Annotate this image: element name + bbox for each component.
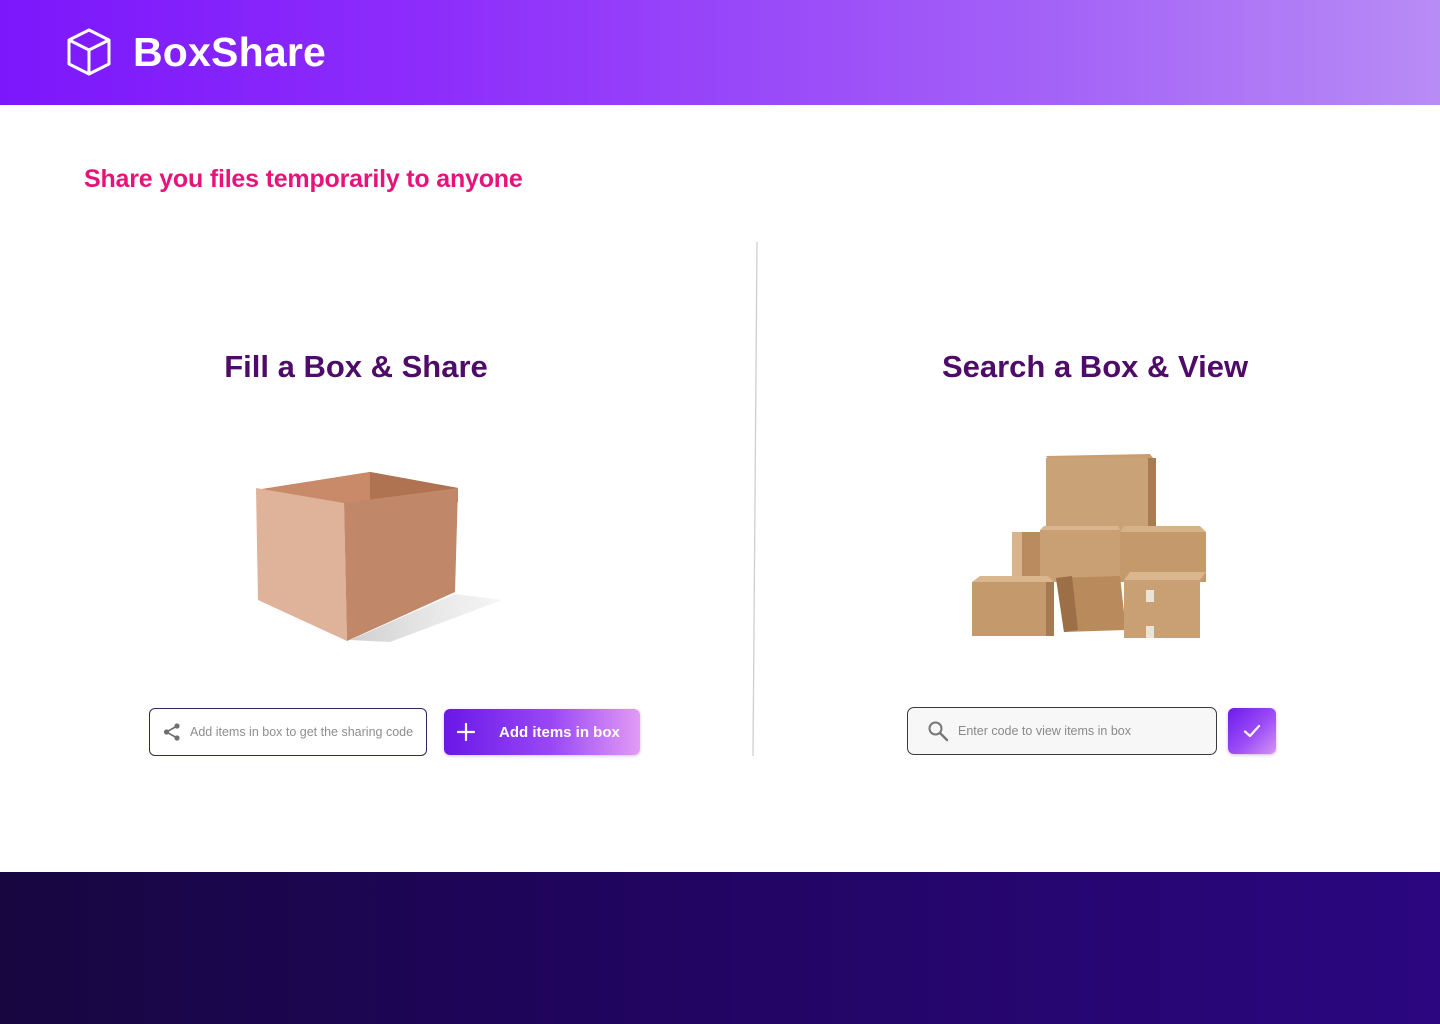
stacked-boxes-illustration	[972, 454, 1206, 638]
sharing-code-field	[149, 708, 427, 756]
box-code-search-field	[907, 707, 1217, 755]
view-section-title: Search a Box & View	[941, 349, 1249, 384]
box-bottom-center	[1056, 576, 1126, 632]
section-divider	[752, 242, 758, 756]
box-bottom-right	[1124, 572, 1206, 638]
page-tagline: Share you files temporarily to anyone	[84, 165, 523, 193]
open-box-illustration	[256, 472, 502, 642]
cube-logo-icon[interactable]	[64, 27, 114, 77]
share-section-title: Fill a Box & Share	[224, 349, 488, 384]
add-items-button-label: Add items in box	[499, 723, 620, 741]
check-icon	[1243, 724, 1261, 738]
brand-name[interactable]: BoxShare	[133, 28, 326, 76]
add-items-button[interactable]: Add items in box	[444, 709, 640, 755]
search-icon	[928, 721, 949, 742]
box-code-input[interactable]	[958, 724, 1216, 738]
box-bottom-left	[972, 576, 1054, 636]
app-header: BoxShare	[0, 0, 1440, 105]
sharing-code-input[interactable]	[190, 725, 426, 739]
submit-code-button[interactable]	[1228, 708, 1276, 754]
plus-icon	[456, 722, 476, 742]
box-mid-center	[1040, 526, 1120, 582]
share-icon	[163, 723, 180, 741]
box-top	[1046, 454, 1156, 536]
page-footer	[0, 872, 1440, 1024]
